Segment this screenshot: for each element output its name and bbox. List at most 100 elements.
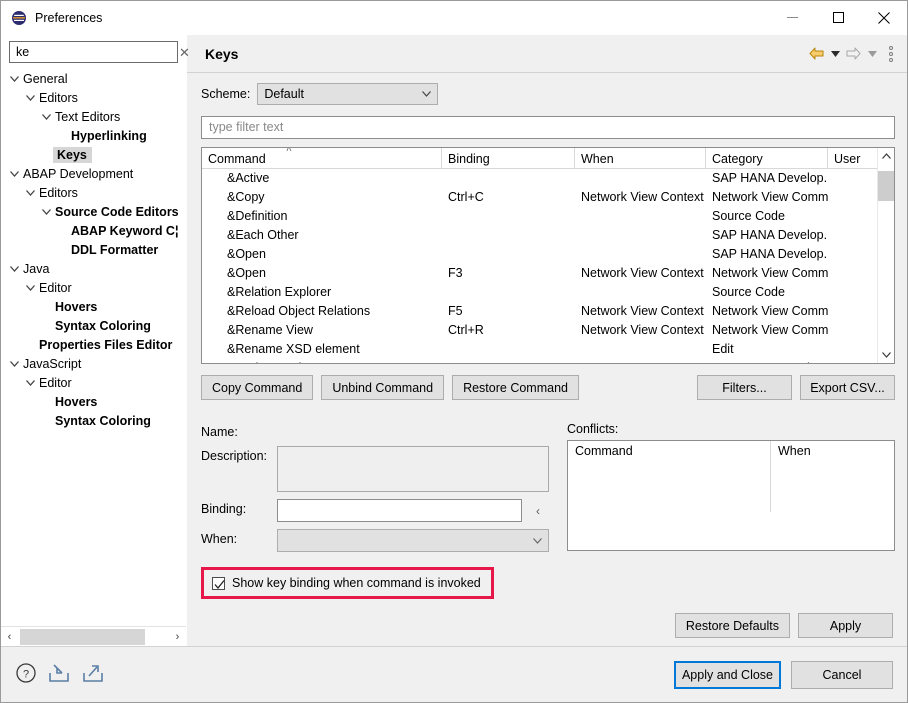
hscroll-track[interactable] xyxy=(18,627,169,646)
sidebar-item-syntax-coloring[interactable]: Syntax Coloring xyxy=(1,316,186,335)
chevron-down-icon[interactable] xyxy=(7,265,21,272)
tree-horizontal-scrollbar[interactable]: ‹ › xyxy=(1,626,186,646)
close-button[interactable] xyxy=(861,1,907,35)
search-box[interactable]: ✕ xyxy=(9,41,190,63)
sidebar-item-abap-development[interactable]: ABAP Development xyxy=(1,164,186,183)
filter-text-input[interactable]: type filter text xyxy=(201,116,895,139)
page-buttons-row: Restore Defaults Apply xyxy=(201,613,895,646)
key-bindings-table[interactable]: Command ˄ Binding When Category User &Active S… xyxy=(201,146,895,365)
conflicts-column-command[interactable]: Command xyxy=(568,441,771,513)
minimize-button[interactable] xyxy=(769,1,815,35)
filters-button[interactable]: Filters... xyxy=(697,375,792,401)
chevron-down-icon[interactable] xyxy=(7,75,21,82)
table-body[interactable]: &Active SAP HANA Develop... &Copy Ctrl+C Net… xyxy=(202,169,877,363)
help-icon[interactable]: ? xyxy=(15,662,37,687)
sidebar-item-editor[interactable]: Editor xyxy=(1,278,186,297)
sidebar-item-general[interactable]: General xyxy=(1,69,186,88)
conflicts-column-when[interactable]: When xyxy=(771,441,811,463)
show-key-binding-label[interactable]: Show key binding when command is invoked xyxy=(232,576,481,590)
sidebar-item-hovers[interactable]: Hovers xyxy=(1,392,186,411)
table-row[interactable]: &Each Other SAP HANA Develop... xyxy=(202,226,877,245)
chevron-down-icon[interactable] xyxy=(39,208,53,215)
chevron-down-icon[interactable] xyxy=(23,94,37,101)
table-row[interactable]: &Active SAP HANA Develop... xyxy=(202,169,877,188)
restore-defaults-button[interactable]: Restore Defaults xyxy=(674,613,790,638)
table-row[interactable]: &Open F3 Network View Context Network View … xyxy=(202,264,877,283)
sidebar-item-hyperlinking[interactable]: Hyperlinking xyxy=(1,126,186,145)
scroll-right-icon[interactable]: › xyxy=(169,628,186,646)
scroll-down-icon[interactable] xyxy=(878,346,894,363)
sidebar-item-properties-files-editor[interactable]: Properties Files Editor xyxy=(1,335,186,354)
table-column-command[interactable]: Command ˄ xyxy=(202,147,442,168)
table-row[interactable]: &Update Project SAP HANA Develop... xyxy=(202,359,877,363)
sidebar-item-syntax-coloring[interactable]: Syntax Coloring xyxy=(1,411,186,430)
vscroll-track[interactable] xyxy=(878,164,894,347)
apply-and-close-button[interactable]: Apply and Close xyxy=(673,660,781,689)
when-select[interactable] xyxy=(277,529,549,553)
sidebar-item-java[interactable]: Java xyxy=(1,259,186,278)
sidebar-item-abap-keyword-c[interactable]: ABAP Keyword C¦ xyxy=(1,221,186,240)
restore-command-button[interactable]: Restore Command xyxy=(452,375,579,401)
maximize-button[interactable] xyxy=(815,1,861,35)
vscroll-thumb[interactable] xyxy=(878,170,894,201)
sidebar-item-text-editors[interactable]: Text Editors xyxy=(1,107,186,126)
import-icon[interactable] xyxy=(47,662,71,687)
chevron-down-icon[interactable] xyxy=(7,360,21,367)
chevron-down-icon[interactable] xyxy=(23,379,37,386)
table-cell-category: Network View Comm... xyxy=(712,266,828,281)
preference-tree[interactable]: General Editors Text Editors Hyperlinking Ke… xyxy=(1,67,186,626)
sidebar-item-editors[interactable]: Editors xyxy=(1,88,186,107)
table-row[interactable]: &Rename View Ctrl+R Network View Context Ne… xyxy=(202,321,877,340)
sidebar-item-editors[interactable]: Editors xyxy=(1,183,186,202)
table-row[interactable]: &Reload Object Relations F5 Network View C… xyxy=(202,302,877,321)
unbind-command-button[interactable]: Unbind Command xyxy=(321,375,445,401)
sidebar-item-javascript[interactable]: JavaScript xyxy=(1,354,186,373)
back-arrow-icon[interactable] xyxy=(807,44,826,63)
scheme-label: Scheme: xyxy=(201,87,251,101)
table-header-row[interactable]: Command ˄ Binding When Category User xyxy=(202,147,877,169)
table-column-label: Category xyxy=(712,151,763,166)
back-dropdown-icon[interactable] xyxy=(829,50,841,57)
table-column-user[interactable]: User xyxy=(828,148,877,168)
sidebar-item-source-code-editors[interactable]: Source Code Editors xyxy=(1,202,186,221)
scroll-up-icon[interactable] xyxy=(878,148,894,165)
table-row[interactable]: &Definition Source Code xyxy=(202,207,877,226)
table-row[interactable]: &Open SAP HANA Develop... xyxy=(202,245,877,264)
chevron-down-icon[interactable] xyxy=(23,284,37,291)
table-vertical-scrollbar[interactable] xyxy=(877,147,894,364)
apply-button[interactable]: Apply xyxy=(798,613,893,638)
table-row[interactable]: &Rename XSD element Edit xyxy=(202,340,877,359)
binding-input[interactable] xyxy=(277,499,522,523)
sidebar-item-ddl-formatter[interactable]: DDL Formatter xyxy=(1,240,186,259)
table-column-binding[interactable]: Binding xyxy=(442,147,575,168)
chevron-down-icon[interactable] xyxy=(23,189,37,196)
binding-chevron-icon[interactable]: ‹ xyxy=(527,499,549,523)
scheme-select[interactable]: Default xyxy=(257,83,439,105)
view-menu-icon[interactable] xyxy=(889,45,893,62)
table-column-when[interactable]: When xyxy=(575,147,706,168)
chevron-down-icon[interactable] xyxy=(7,170,21,177)
chevron-down-icon[interactable] xyxy=(39,113,53,120)
export-csv-button[interactable]: Export CSV... xyxy=(800,375,895,401)
details-form: Name: Description: Binding: ‹ When: xyxy=(201,422,549,553)
sidebar-item-hovers[interactable]: Hovers xyxy=(1,297,186,316)
sidebar-item-label: General xyxy=(23,71,68,86)
export-icon[interactable] xyxy=(81,662,105,687)
copy-command-button[interactable]: Copy Command xyxy=(201,375,314,401)
conflicts-table[interactable]: Command When xyxy=(567,440,895,551)
scroll-left-icon[interactable]: ‹ xyxy=(1,628,18,646)
table-row[interactable]: &Copy Ctrl+C Network View Context Network V… xyxy=(202,188,877,207)
preference-tree-pane: ✕ General Editors Text Editors Hyperlinking… xyxy=(1,35,190,646)
description-field[interactable] xyxy=(277,446,549,493)
table-cell-command: &Definition xyxy=(227,209,288,224)
table-row[interactable]: &Relation Explorer Source Code xyxy=(202,283,877,302)
table-column-category[interactable]: Category xyxy=(706,147,828,168)
table-cell-category: SAP HANA Develop... xyxy=(712,171,828,186)
clear-search-icon[interactable]: ✕ xyxy=(177,46,192,59)
sidebar-item-editor[interactable]: Editor xyxy=(1,373,186,392)
cancel-button[interactable]: Cancel xyxy=(791,660,893,689)
hscroll-thumb[interactable] xyxy=(20,628,145,645)
search-input[interactable] xyxy=(16,43,177,61)
show-key-binding-checkbox[interactable] xyxy=(212,576,225,590)
sidebar-item-keys[interactable]: Keys xyxy=(1,145,186,164)
